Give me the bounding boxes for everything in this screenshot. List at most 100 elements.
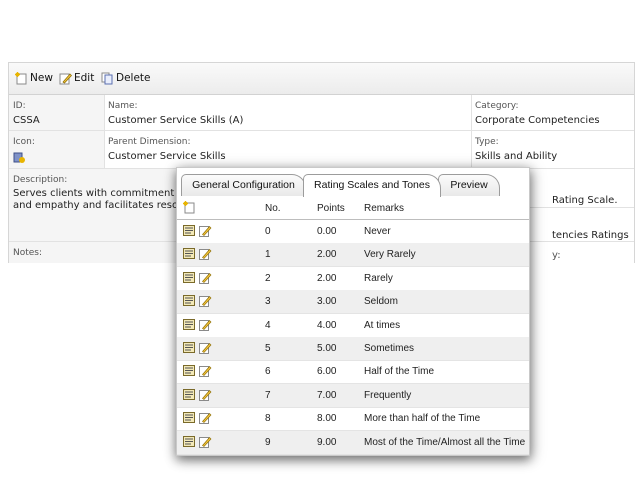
rating-scale-value: Rating Scale.	[552, 195, 618, 206]
edit-record-icon[interactable]	[199, 295, 212, 310]
description-line2: and empathy and facilitates resol	[13, 200, 181, 211]
table-row[interactable]: 0 0.00 Never	[177, 220, 529, 244]
table-row[interactable]: 3 3.00 Seldom	[177, 290, 529, 315]
table-row[interactable]: 8 8.00 More than half of the Time	[177, 407, 529, 432]
view-record-icon[interactable]	[183, 248, 195, 263]
name-value: Customer Service Skills (A)	[108, 115, 244, 126]
description-label: Description:	[13, 175, 68, 185]
edit-pencil-icon	[59, 72, 72, 85]
table-row[interactable]: 2 2.00 Rarely	[177, 267, 529, 291]
table-row[interactable]: 4 4.00 At times	[177, 314, 529, 338]
new-label: New	[30, 72, 53, 84]
row-remarks: Very Rarely	[364, 249, 416, 261]
tab-rating-scales-and-tones[interactable]: Rating Scales and Tones	[303, 174, 441, 197]
parent-dimension-field: Parent Dimension: Customer Service Skill…	[105, 131, 472, 169]
column-remarks[interactable]: Remarks	[364, 203, 404, 214]
edit-record-icon[interactable]	[199, 389, 212, 404]
view-record-icon[interactable]	[183, 435, 195, 451]
new-button[interactable]: New	[15, 72, 53, 85]
edit-record-icon[interactable]	[199, 412, 212, 427]
edit-record-icon[interactable]	[199, 225, 212, 240]
row-no: 5	[265, 343, 271, 354]
row-actions	[183, 388, 212, 404]
row-actions	[183, 225, 212, 240]
row-no: 1	[265, 249, 271, 261]
view-record-icon[interactable]	[183, 225, 195, 240]
view-record-icon[interactable]	[183, 388, 195, 404]
row-actions	[183, 248, 212, 263]
edit-record-icon[interactable]	[199, 319, 212, 334]
row-remarks: Frequently	[364, 389, 412, 401]
edit-record-icon[interactable]	[199, 436, 212, 451]
row-remarks: Rarely	[364, 272, 393, 284]
table-row[interactable]: 5 5.00 Sometimes	[177, 337, 529, 361]
name-field: Name: Customer Service Skills (A)	[105, 95, 472, 131]
row-no: 8	[265, 413, 271, 425]
toolbar: New Edit Delete	[9, 63, 634, 95]
delete-button[interactable]: Delete	[101, 72, 151, 85]
name-label: Name:	[108, 101, 138, 111]
row-actions	[183, 435, 212, 451]
row-actions	[183, 412, 212, 427]
row-no: 4	[265, 319, 271, 331]
row-points: 9.00	[317, 436, 337, 448]
id-field: ID: CSSA	[9, 95, 105, 131]
rating-scales-dialog: General Configuration Rating Scales and …	[176, 167, 530, 456]
description-line1: Serves clients with commitment a	[13, 188, 184, 199]
row-remarks: Seldom	[364, 296, 398, 308]
edit-record-icon[interactable]	[199, 365, 212, 380]
row-no: 3	[265, 296, 271, 308]
row-actions	[183, 342, 212, 357]
row-points: 8.00	[317, 413, 337, 425]
row-no: 2	[265, 272, 271, 284]
table-row[interactable]: 1 2.00 Very Rarely	[177, 243, 529, 268]
edit-record-icon[interactable]	[199, 248, 212, 263]
view-record-icon[interactable]	[183, 342, 195, 357]
row-actions	[183, 318, 212, 334]
row-no: 6	[265, 366, 271, 378]
column-points[interactable]: Points	[317, 203, 345, 214]
table-row[interactable]: 7 7.00 Frequently	[177, 383, 529, 408]
type-field: Type: Skills and Ability	[472, 131, 634, 169]
row-points: 2.00	[317, 249, 337, 261]
row-no: 0	[265, 226, 271, 237]
row-points: 6.00	[317, 366, 337, 378]
notes-label: Notes:	[13, 248, 43, 258]
row-points: 7.00	[317, 389, 337, 401]
dimension-icon	[13, 151, 26, 167]
delete-label: Delete	[116, 72, 151, 84]
column-no[interactable]: No.	[265, 203, 281, 214]
delete-document-icon	[101, 72, 113, 85]
row-remarks: Most of the Time/Almost all the Time	[364, 436, 526, 448]
edit-record-icon[interactable]	[199, 272, 212, 287]
id-label: ID:	[13, 101, 26, 111]
icon-field: Icon:	[9, 131, 105, 169]
tab-preview[interactable]: Preview	[438, 174, 500, 196]
row-no: 9	[265, 436, 271, 448]
table-row[interactable]: 9 9.00 Most of the Time/Almost all the Tim…	[177, 430, 529, 455]
tab-bar: General Configuration Rating Scales and …	[177, 168, 529, 197]
view-record-icon[interactable]	[183, 412, 195, 427]
row-points: 2.00	[317, 272, 337, 284]
category-field: Category: Corporate Competencies	[472, 95, 634, 131]
view-record-icon[interactable]	[183, 318, 195, 334]
view-record-icon[interactable]	[183, 365, 195, 380]
row-points: 5.00	[317, 343, 337, 354]
row-actions	[183, 365, 212, 380]
parent-dimension-label: Parent Dimension:	[108, 137, 191, 147]
view-record-icon[interactable]	[183, 295, 195, 310]
edit-record-icon[interactable]	[199, 342, 212, 357]
row-points: 4.00	[317, 319, 337, 331]
add-row-icon[interactable]	[183, 201, 195, 217]
row-points: 0.00	[317, 226, 337, 237]
icon-label: Icon:	[13, 137, 35, 147]
new-document-icon	[15, 72, 27, 85]
row-remarks: Never	[364, 226, 391, 237]
view-record-icon[interactable]	[183, 271, 195, 287]
row-remarks: Sometimes	[364, 343, 415, 354]
ratings-value: tencies Ratings	[552, 230, 629, 241]
table-row[interactable]: 6 6.00 Half of the Time	[177, 360, 529, 385]
tab-general-configuration[interactable]: General Configuration	[181, 174, 306, 196]
row-actions	[183, 295, 212, 310]
edit-button[interactable]: Edit	[59, 72, 94, 85]
